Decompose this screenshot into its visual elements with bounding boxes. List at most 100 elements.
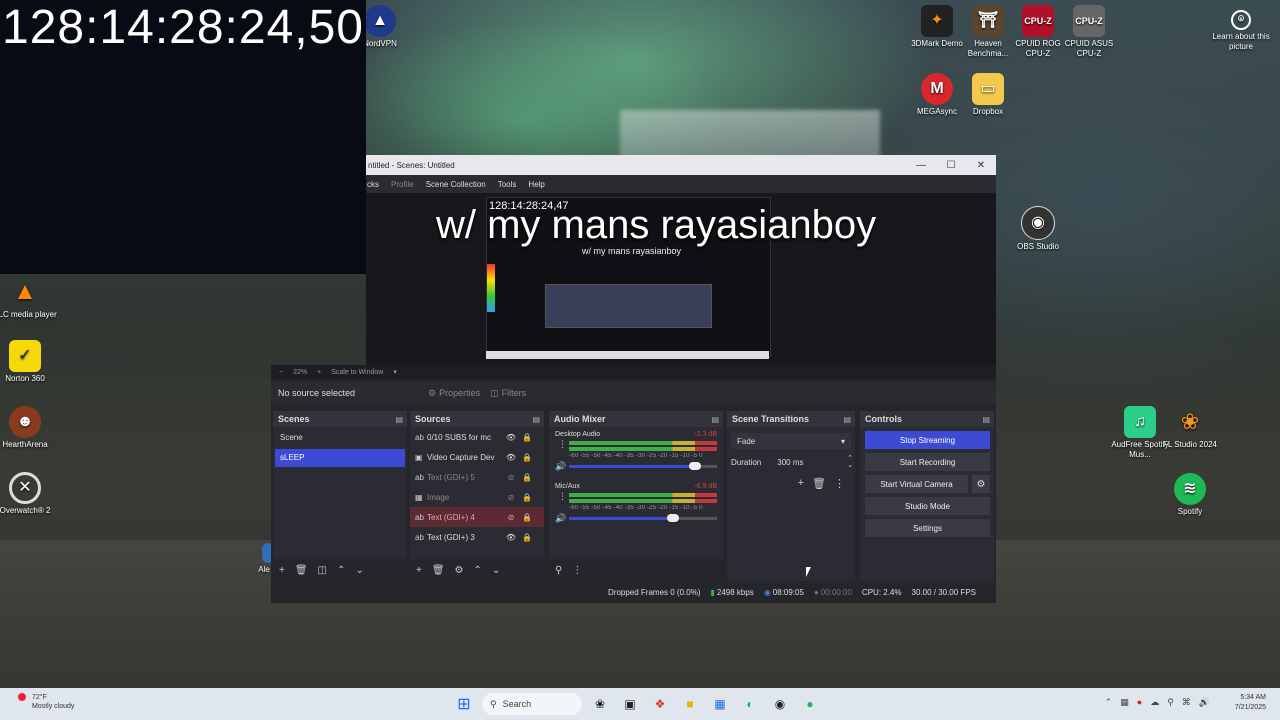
eye-icon[interactable]: 👁 <box>503 533 519 542</box>
source-item[interactable]: ab Text (GDI+) 5 ⊘ 🔒 <box>410 467 544 487</box>
lock-icon[interactable]: 🔒 <box>519 473 535 482</box>
filters-button[interactable]: ◫ Filters <box>490 388 526 399</box>
settings-button[interactable]: Settings <box>865 519 990 537</box>
trash-icon[interactable]: 🗑 <box>432 565 445 576</box>
source-item[interactable]: ▦ Image ⊘ 🔒 <box>410 487 544 507</box>
speaker-icon[interactable]: 🔊 <box>555 461 566 472</box>
menu-help[interactable]: Help <box>527 180 545 189</box>
chevron-down-icon[interactable]: ▾ <box>393 368 397 376</box>
eye-icon[interactable]: 👁 <box>503 453 519 462</box>
scale-mode[interactable]: Scale to Window <box>331 369 383 376</box>
edge-icon[interactable]: ◐ <box>738 692 762 716</box>
windows-start-icon[interactable]: ⊞ <box>452 692 476 716</box>
trash-icon[interactable]: 🗑 <box>295 565 308 576</box>
undock-icon[interactable]: ▤ <box>395 415 407 424</box>
taskbar-clock[interactable]: 5:34 AM 7/21/2025 <box>1235 693 1266 713</box>
duration-input[interactable]: 300 ms <box>771 455 838 469</box>
stepper-icon[interactable]: ⌃ ⌄ <box>847 455 853 469</box>
undock-icon[interactable]: ▤ <box>982 415 994 424</box>
volume-icon[interactable]: 🔊 <box>1199 697 1210 708</box>
weather-widget[interactable]: 72°F Mostly cloudy <box>18 693 74 711</box>
store-icon[interactable]: ▦ <box>708 692 732 716</box>
scene-item[interactable]: Scene <box>275 429 405 447</box>
menu-scene-collection-partial[interactable]: cks <box>366 180 380 189</box>
source-item[interactable]: ▣ Video Capture Dev 👁 🔒 <box>410 447 544 467</box>
gear-icon[interactable]: ⚙ <box>972 475 990 493</box>
lock-icon[interactable]: 🔒 <box>519 493 535 502</box>
chevron-down-icon[interactable]: ⌄ <box>492 565 500 576</box>
copilot-icon[interactable]: ❖ <box>648 692 672 716</box>
desktop-icon-overwatch[interactable]: ✕ Overwatch® 2 <box>0 472 57 516</box>
close-button[interactable]: ✕ <box>966 160 996 171</box>
add-icon[interactable]: + <box>279 565 285 576</box>
eye-hidden-icon[interactable]: ⊘ <box>503 493 519 502</box>
eye-hidden-icon[interactable]: ⊘ <box>503 473 519 482</box>
volume-slider[interactable] <box>667 514 679 522</box>
add-icon[interactable]: + <box>798 477 804 490</box>
start-recording-button[interactable]: Start Recording <box>865 453 990 471</box>
start-virtual-camera-button[interactable]: Start Virtual Camera <box>865 475 968 493</box>
obs-taskbar-icon[interactable]: ◉ <box>768 692 792 716</box>
add-icon[interactable]: + <box>416 565 422 576</box>
obs-titlebar[interactable]: ntitled - Scenes: Untitled — ☐ ✕ <box>366 155 996 175</box>
lock-icon[interactable]: 🔒 <box>519 453 535 462</box>
menu-scene-collection[interactable]: Scene Collection <box>425 180 487 189</box>
transition-select[interactable]: Fade ▾ <box>731 433 851 449</box>
studio-mode-button[interactable]: Studio Mode <box>865 497 990 515</box>
speaker-icon[interactable]: 🔊 <box>555 513 566 524</box>
more-vertical-icon[interactable]: ⋮ <box>558 439 567 450</box>
more-vertical-icon[interactable]: ⋮ <box>558 491 567 502</box>
source-item[interactable]: ab 0/10 SUBS for mc 👁 🔒 <box>410 427 544 447</box>
source-item[interactable]: ab Text (GDI+) 3 👁 🔒 <box>410 527 544 547</box>
chevron-up-icon[interactable]: ⌃ <box>337 565 345 576</box>
mega-tray-icon[interactable]: ● <box>1137 697 1142 708</box>
chevron-up-icon[interactable]: ⌃ <box>1105 697 1113 708</box>
gear-icon[interactable]: ⚙ <box>455 565 464 576</box>
undock-icon[interactable]: ▤ <box>843 415 855 424</box>
tray-app-icon[interactable]: ▦ <box>1120 697 1129 708</box>
scene-item-selected[interactable]: sLEEP <box>275 449 405 467</box>
lock-icon[interactable]: 🔒 <box>519 433 535 442</box>
link-icon[interactable]: ⚲ <box>555 565 562 576</box>
chevron-up-icon[interactable]: ⌃ <box>474 565 482 576</box>
usb-icon[interactable]: ⚲ <box>1167 697 1174 708</box>
trash-icon[interactable]: 🗑 <box>812 477 826 490</box>
zoom-out-button[interactable]: − <box>279 369 283 376</box>
wifi-icon[interactable]: ⌘ <box>1182 697 1191 708</box>
lock-icon[interactable]: 🔒 <box>519 533 535 542</box>
stop-streaming-button[interactable]: Stop Streaming <box>865 431 990 449</box>
minimize-button[interactable]: — <box>906 160 936 171</box>
task-view-icon[interactable]: ▣ <box>618 692 642 716</box>
properties-button[interactable]: ⚙ Properties <box>428 388 480 399</box>
desktop-icon-vlc[interactable]: ▲ VLC media player <box>0 276 57 320</box>
lock-icon[interactable]: 🔒 <box>519 513 535 522</box>
undock-icon[interactable]: ▤ <box>711 415 723 424</box>
filter-icon[interactable]: ◫ <box>318 565 327 576</box>
menu-profile[interactable]: Profile <box>390 180 415 189</box>
file-explorer-icon[interactable]: ■ <box>678 692 702 716</box>
desktop-icon-spotify[interactable]: ≋ Spotify <box>1158 473 1222 517</box>
desktop-icon-heartharena[interactable]: ☻ HearthArena <box>0 406 57 450</box>
volume-slider[interactable] <box>689 462 701 470</box>
spotify-taskbar-icon[interactable]: ● <box>798 692 822 716</box>
more-vertical-icon[interactable]: ⋮ <box>572 565 582 576</box>
more-vertical-icon[interactable]: ⋮ <box>834 477 845 490</box>
eye-icon[interactable]: 👁 <box>503 433 519 442</box>
source-item[interactable]: ab Text (GDI+) 4 ⊘ 🔒 <box>410 507 544 527</box>
desktop-icon-cpuz-asus[interactable]: CPU-Z CPUID ASUS CPU-Z <box>1057 5 1121 59</box>
desktop-icon-norton[interactable]: ✓ Norton 360 <box>0 340 57 384</box>
desktop-icon-learn-picture[interactable]: ⌾ Learn about this picture <box>1209 10 1273 52</box>
eye-hidden-icon[interactable]: ⊘ <box>503 513 519 522</box>
taskbar-search[interactable]: ⚲ Search <box>482 693 582 715</box>
desktop-icon-flstudio[interactable]: ❀ FL Studio 2024 <box>1158 406 1222 450</box>
widgets-icon[interactable]: ❀ <box>588 692 612 716</box>
desktop-icon-obs[interactable]: ◉ OBS Studio <box>1006 206 1070 252</box>
maximize-button[interactable]: ☐ <box>936 160 966 171</box>
desktop-icon-dropbox[interactable]: ▭ Dropbox <box>956 73 1020 117</box>
network-icon[interactable]: ☁ <box>1150 697 1159 708</box>
zoom-in-button[interactable]: + <box>317 369 321 376</box>
chevron-down-icon[interactable]: ⌄ <box>355 565 363 576</box>
obs-preview[interactable]: 128:14:28:24,47 w/ my mans rayasianboy w… <box>366 193 996 365</box>
menu-tools[interactable]: Tools <box>497 180 518 189</box>
undock-icon[interactable]: ▤ <box>532 415 544 424</box>
